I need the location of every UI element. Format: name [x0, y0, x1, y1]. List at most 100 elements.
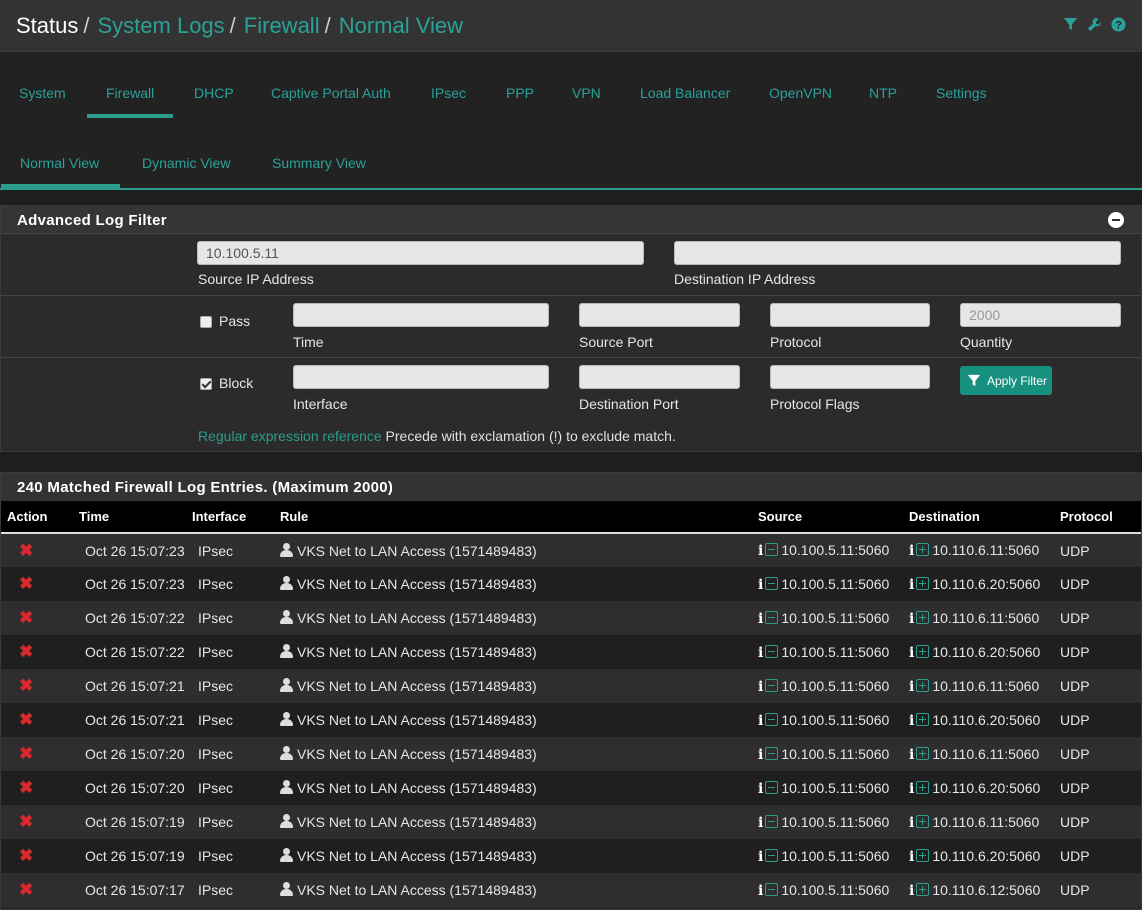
breadcrumb-system-logs[interactable]: System Logs: [98, 13, 225, 38]
block-x-icon[interactable]: ✖: [19, 880, 33, 900]
info-icon[interactable]: i: [909, 679, 914, 695]
protocol-input[interactable]: [770, 303, 930, 327]
block-source-icon[interactable]: [765, 780, 779, 794]
col-protocol[interactable]: Protocol: [1054, 501, 1141, 534]
info-icon[interactable]: i: [909, 645, 914, 661]
filter-icon[interactable]: [1063, 17, 1078, 32]
breadcrumb-normal-view[interactable]: Normal View: [339, 13, 463, 38]
block-x-icon[interactable]: ✖: [19, 710, 33, 730]
wrench-icon[interactable]: [1087, 17, 1102, 32]
regex-reference-link[interactable]: Regular expression reference: [198, 428, 382, 444]
block-source-icon[interactable]: [765, 814, 779, 828]
pass-destination-icon[interactable]: [916, 678, 930, 692]
block-x-icon[interactable]: ✖: [19, 846, 33, 866]
destination-port-input[interactable]: [579, 365, 740, 389]
pass-destination-icon[interactable]: [916, 882, 930, 896]
block-checkbox[interactable]: [200, 378, 212, 390]
destination-ip-input[interactable]: [674, 241, 1121, 265]
pass-destination-icon[interactable]: [916, 814, 930, 828]
block-x-icon[interactable]: ✖: [19, 541, 33, 561]
pass-checkbox[interactable]: [200, 316, 212, 328]
info-icon[interactable]: i: [758, 611, 763, 627]
pass-destination-icon[interactable]: [916, 610, 930, 624]
info-icon[interactable]: i: [758, 883, 763, 899]
breadcrumb-firewall[interactable]: Firewall: [244, 13, 320, 38]
rule-link[interactable]: VKS Net to LAN Access (1571489483): [297, 610, 537, 626]
pass-destination-icon[interactable]: [916, 746, 930, 760]
block-source-icon[interactable]: [765, 712, 779, 726]
tab-normal-view[interactable]: Normal View: [20, 155, 99, 171]
tab-summary-view[interactable]: Summary View: [272, 155, 366, 171]
block-x-icon[interactable]: ✖: [19, 812, 33, 832]
quantity-input[interactable]: [960, 303, 1121, 327]
rule-link[interactable]: VKS Net to LAN Access (1571489483): [297, 543, 537, 559]
time-input[interactable]: [293, 303, 549, 327]
tab-openvpn[interactable]: OpenVPN: [769, 85, 832, 101]
pass-destination-icon[interactable]: [916, 576, 930, 590]
rule-link[interactable]: VKS Net to LAN Access (1571489483): [297, 882, 537, 898]
block-x-icon[interactable]: ✖: [19, 676, 33, 696]
rule-link[interactable]: VKS Net to LAN Access (1571489483): [297, 576, 537, 592]
block-source-icon[interactable]: [765, 882, 779, 896]
info-icon[interactable]: i: [909, 577, 914, 593]
block-x-icon[interactable]: ✖: [19, 778, 33, 798]
tab-load-balancer[interactable]: Load Balancer: [640, 85, 730, 101]
info-icon[interactable]: i: [909, 713, 914, 729]
col-interface[interactable]: Interface: [186, 501, 274, 534]
col-time[interactable]: Time: [73, 501, 186, 534]
block-source-icon[interactable]: [765, 848, 779, 862]
block-x-icon[interactable]: ✖: [19, 642, 33, 662]
info-icon[interactable]: i: [909, 849, 914, 865]
pass-destination-icon[interactable]: [916, 780, 930, 794]
rule-link[interactable]: VKS Net to LAN Access (1571489483): [297, 848, 537, 864]
tab-dhcp[interactable]: DHCP: [194, 85, 234, 101]
rule-link[interactable]: VKS Net to LAN Access (1571489483): [297, 814, 537, 830]
info-icon[interactable]: i: [909, 543, 914, 559]
col-destination[interactable]: Destination: [903, 501, 1054, 534]
pass-destination-icon[interactable]: [916, 712, 930, 726]
block-source-icon[interactable]: [765, 576, 779, 590]
pass-destination-icon[interactable]: [916, 543, 930, 556]
info-icon[interactable]: i: [758, 849, 763, 865]
info-icon[interactable]: i: [758, 747, 763, 763]
info-icon[interactable]: i: [758, 815, 763, 831]
col-action[interactable]: Action: [1, 501, 73, 534]
info-icon[interactable]: i: [909, 611, 914, 627]
tab-system[interactable]: System: [19, 85, 66, 101]
block-source-icon[interactable]: [765, 644, 779, 658]
pass-destination-icon[interactable]: [916, 848, 930, 862]
tab-ipsec[interactable]: IPsec: [431, 85, 466, 101]
rule-link[interactable]: VKS Net to LAN Access (1571489483): [297, 678, 537, 694]
info-icon[interactable]: i: [909, 747, 914, 763]
tab-ntp[interactable]: NTP: [869, 85, 897, 101]
col-rule[interactable]: Rule: [274, 501, 752, 534]
block-source-icon[interactable]: [765, 543, 779, 556]
info-icon[interactable]: i: [909, 815, 914, 831]
tab-ppp[interactable]: PPP: [506, 85, 534, 101]
rule-link[interactable]: VKS Net to LAN Access (1571489483): [297, 644, 537, 660]
block-x-icon[interactable]: ✖: [19, 574, 33, 594]
pass-destination-icon[interactable]: [916, 644, 930, 658]
info-icon[interactable]: i: [758, 713, 763, 729]
tab-vpn[interactable]: VPN: [572, 85, 601, 101]
tab-firewall[interactable]: Firewall: [106, 85, 154, 101]
info-icon[interactable]: i: [758, 645, 763, 661]
info-icon[interactable]: i: [758, 679, 763, 695]
tab-dynamic-view[interactable]: Dynamic View: [142, 155, 230, 171]
protocol-flags-input[interactable]: [770, 365, 930, 389]
info-icon[interactable]: i: [758, 781, 763, 797]
info-icon[interactable]: i: [909, 781, 914, 797]
block-x-icon[interactable]: ✖: [19, 608, 33, 628]
apply-filter-button[interactable]: Apply Filter: [960, 366, 1052, 395]
info-icon[interactable]: i: [758, 577, 763, 593]
info-icon[interactable]: i: [758, 543, 763, 559]
tab-captive-portal-auth[interactable]: Captive Portal Auth: [271, 85, 391, 101]
block-x-icon[interactable]: ✖: [19, 744, 33, 764]
block-source-icon[interactable]: [765, 746, 779, 760]
collapse-icon[interactable]: [1108, 212, 1124, 228]
info-icon[interactable]: i: [909, 883, 914, 899]
source-ip-input[interactable]: [197, 241, 644, 265]
help-icon[interactable]: ?: [1111, 17, 1126, 32]
interface-input[interactable]: [293, 365, 549, 389]
block-source-icon[interactable]: [765, 678, 779, 692]
